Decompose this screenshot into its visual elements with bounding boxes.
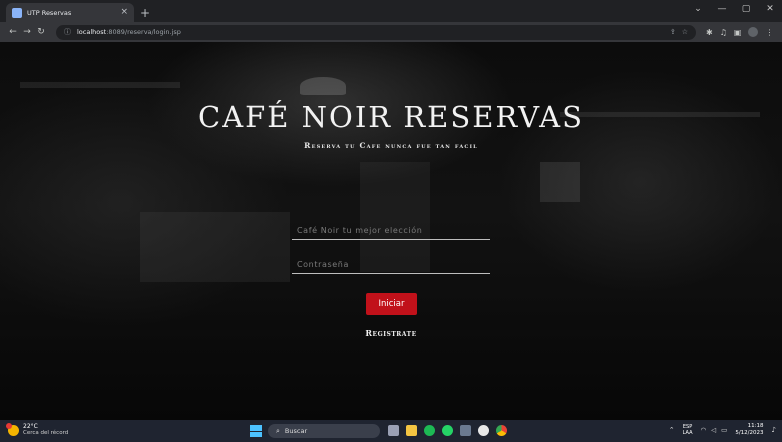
register-link[interactable]: Registrate [0,328,782,338]
weather-sun-icon [6,422,19,436]
back-arrow-icon[interactable]: ← [6,27,20,37]
password-field[interactable] [292,256,490,274]
profile-avatar-icon[interactable] [748,27,759,37]
page-subtitle: Reserva tu Cafe nunca fue tan facil [304,141,478,150]
close-tab-icon[interactable]: × [120,8,128,17]
side-panel-icon[interactable]: ▣ [734,28,742,37]
browser-toolbar: ← → ↻ ⓘ localhost:8089/reserva/login.jsp… [0,22,782,42]
file-explorer-icon[interactable] [406,425,417,436]
windows-start-icon[interactable] [250,425,262,437]
language-indicator[interactable]: ESP LAA [683,424,693,436]
background-board [540,162,580,202]
background-lamp [300,77,346,95]
site-favicon-icon [12,7,22,18]
task-view-icon[interactable] [388,425,399,436]
close-window-icon[interactable]: ✕ [758,4,782,14]
window-controls: ⌄ — ▢ ✕ [686,0,782,18]
minimize-icon[interactable]: — [710,4,734,14]
browser-menu-icon[interactable]: ⋮ [765,28,773,37]
browser-tab[interactable]: UTP Reservas × [6,3,134,22]
site-info-icon[interactable]: ⓘ [64,27,71,37]
forward-arrow-icon[interactable]: → [20,27,34,37]
taskbar-search[interactable]: ⌕ Buscar [268,424,380,438]
spotify-icon[interactable] [424,425,435,436]
weather-widget[interactable]: 22°C Cerca del récord [6,422,69,437]
background-counter [140,212,290,282]
calculator-icon[interactable] [460,425,471,436]
login-button[interactable]: Iniciar [366,293,417,315]
extensions-puzzle-icon[interactable]: ✱ [706,28,713,37]
tab-search-icon[interactable]: ⌄ [686,4,710,14]
clock-date: 5/12/2023 [735,430,764,436]
notification-badge [6,422,12,429]
weather-temperature: 22°C [23,423,38,430]
wifi-icon[interactable]: ◠ [701,426,707,434]
maximize-icon[interactable]: ▢ [734,4,758,14]
app-icon[interactable] [478,425,489,436]
clock[interactable]: 11:18 5/12/2023 [735,423,763,437]
share-icon[interactable]: ⇪ [670,28,676,36]
address-bar[interactable]: ⓘ localhost:8089/reserva/login.jsp ⇪ ☆ [56,24,696,40]
battery-icon[interactable]: ▭ [721,426,727,434]
taskbar: 22°C Cerca del récord ⌕ Buscar ⌃ ESP LAA… [0,420,782,442]
url-host: localhost [77,28,107,36]
volume-icon[interactable]: ◁ [711,426,716,434]
new-tab-icon[interactable]: + [140,7,150,19]
chrome-icon[interactable] [496,425,507,436]
search-label: Buscar [284,427,308,435]
media-icon[interactable]: ♫ [720,28,727,37]
url-text: localhost:8089/reserva/login.jsp [77,28,181,36]
url-path: :8089/reserva/login.jsp [106,28,181,36]
clock-time: 11:18 [747,423,764,429]
reload-icon[interactable]: ↻ [34,27,48,37]
show-hidden-icons-icon[interactable]: ⌃ [669,426,675,434]
weather-condition: Cerca del récord [23,430,69,436]
search-icon: ⌕ [276,426,280,435]
login-page: CAFÉ NOIR RESERVAS Reserva tu Cafe nunca… [0,42,782,420]
tab-title: UTP Reservas [27,8,72,17]
notifications-bell-icon[interactable]: ♪ [772,426,776,434]
background-shelf [20,82,180,88]
language-secondary: LAA [682,430,693,436]
system-tray: ⌃ ESP LAA ◠ ◁ ▭ 11:18 5/12/2023 ♪ [669,423,776,437]
page-title: CAFÉ NOIR RESERVAS [198,100,584,134]
bookmark-star-icon[interactable]: ☆ [682,28,688,36]
username-field[interactable] [292,222,490,240]
browser-tab-bar: UTP Reservas × + ⌄ — ▢ ✕ [0,0,782,22]
whatsapp-icon[interactable] [442,425,453,436]
